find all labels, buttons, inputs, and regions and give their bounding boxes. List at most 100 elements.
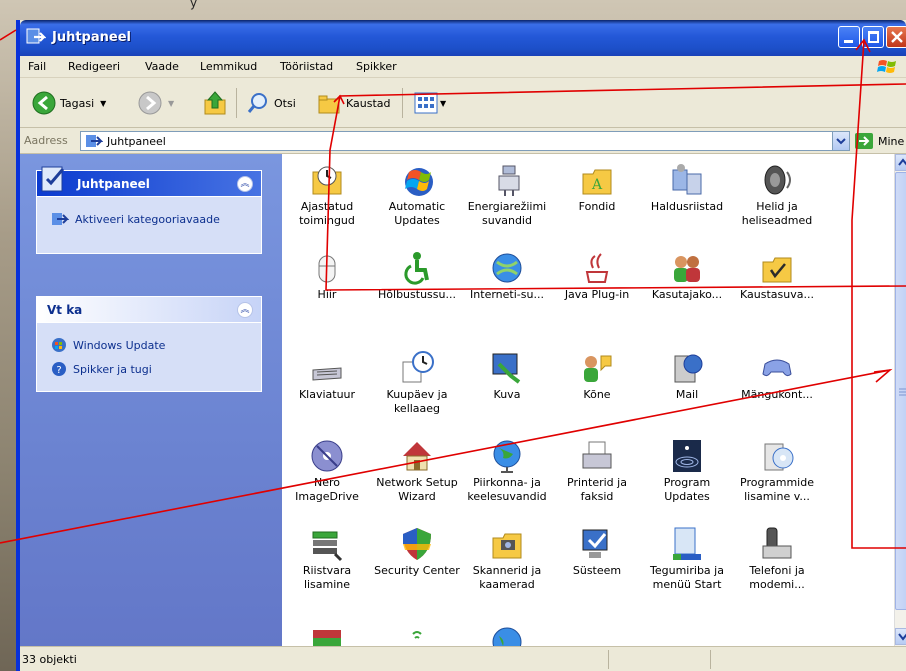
phone-modem-icon: [762, 527, 792, 559]
item-network-setup[interactable]: Network Setup Wizard: [372, 438, 462, 504]
vertical-scrollbar[interactable]: [894, 154, 906, 646]
item-folder-options[interactable]: Kaustasuva...: [732, 250, 822, 302]
switch-category-view-link[interactable]: Aktiveeri kategooriavaade: [51, 211, 220, 227]
item-program-updates[interactable]: Program Updates: [642, 438, 732, 504]
forward-button[interactable]: ▼: [138, 90, 174, 116]
program-updates-icon: [673, 440, 701, 472]
address-dropdown-button[interactable]: [832, 132, 849, 150]
address-bar: Aadress Juhtpaneel Mine: [20, 128, 906, 154]
item-partial-2[interactable]: [372, 624, 462, 646]
scroll-up-button[interactable]: [895, 154, 906, 171]
views-dropdown-icon[interactable]: ▼: [440, 99, 446, 108]
views-button[interactable]: ▼: [414, 90, 446, 116]
menu-help[interactable]: Spikker: [356, 60, 397, 73]
views-grid-icon: [414, 92, 438, 114]
network-house-icon: [403, 442, 431, 471]
item-taskbar-start[interactable]: Tegumiriba ja menüü Start: [642, 526, 732, 592]
folder-options-icon: [762, 257, 792, 283]
windows-update-icon: [52, 338, 66, 352]
item-keyboard[interactable]: Klaviatuur: [282, 350, 372, 402]
back-button[interactable]: Tagasi ▼: [32, 90, 106, 116]
back-arrow-icon: [32, 91, 56, 115]
see-also-box-header[interactable]: Vt ka ︽: [37, 297, 261, 323]
power-options-icon: [498, 165, 520, 196]
scheduled-tasks-icon: [312, 166, 342, 195]
system-icon: [582, 529, 608, 558]
menu-file[interactable]: Fail: [28, 60, 46, 73]
partial-icon-b: [412, 631, 422, 639]
item-display[interactable]: Kuva: [462, 350, 552, 402]
maximize-button[interactable]: [862, 26, 884, 48]
minimize-button[interactable]: [838, 26, 860, 48]
control-panel-icon: [26, 28, 46, 44]
forward-dropdown-icon[interactable]: ▼: [168, 99, 174, 108]
folders-button[interactable]: Kaustad: [316, 90, 391, 116]
back-dropdown-icon[interactable]: ▼: [100, 99, 106, 108]
item-mouse[interactable]: Hiir: [282, 250, 372, 302]
item-mail[interactable]: Mail: [642, 350, 732, 402]
svg-text:?: ?: [56, 365, 61, 376]
item-scanners-cameras[interactable]: Skannerid ja kaamerad: [462, 526, 552, 592]
chevron-down-icon: [898, 633, 906, 641]
annotation-line-window-icon: [0, 29, 17, 41]
globe-icon: [493, 440, 521, 473]
item-phone-modem[interactable]: Telefoni ja modemi...: [732, 526, 822, 592]
address-input[interactable]: Juhtpaneel: [80, 131, 850, 151]
up-folder-button[interactable]: [202, 90, 228, 116]
item-security-center[interactable]: Security Center: [372, 526, 462, 578]
item-user-accounts[interactable]: Kasutajako...: [642, 250, 732, 302]
item-sounds[interactable]: Helid ja heliseadmed: [732, 162, 822, 228]
item-add-hardware[interactable]: Riistvara lisamine: [282, 526, 372, 592]
game-controller-icon: [762, 359, 792, 377]
scroll-down-button[interactable]: [895, 628, 906, 645]
go-button[interactable]: Mine: [854, 132, 904, 150]
folders-icon: [318, 95, 340, 114]
forward-arrow-icon: [138, 91, 162, 115]
collapse-icon[interactable]: ︽: [237, 176, 253, 192]
speaker-icon: [764, 165, 791, 195]
item-java[interactable]: Java Plug-in: [552, 250, 642, 302]
status-bar: 33 objekti: [20, 646, 906, 671]
item-add-remove-programs[interactable]: Programmide lisamine v...: [732, 438, 822, 504]
search-button[interactable]: Otsi: [246, 90, 296, 116]
item-admin-tools[interactable]: Haldusriistad: [642, 162, 732, 214]
item-date-time[interactable]: Kuupäev ja kellaaeg: [372, 350, 462, 416]
item-nero-imagedrive[interactable]: Nero ImageDrive: [282, 438, 372, 504]
menu-edit[interactable]: Redigeeri: [68, 60, 120, 73]
menu-tools[interactable]: Tööriistad: [280, 60, 333, 73]
automatic-updates-icon: [405, 168, 433, 196]
mouse-icon: [318, 255, 336, 283]
item-partial-3[interactable]: [462, 624, 552, 646]
item-printers-faxes[interactable]: Printerid ja faksid: [552, 438, 642, 504]
item-fonts[interactable]: A Fondid: [552, 162, 642, 214]
item-partial-1[interactable]: [282, 624, 372, 646]
item-accessibility[interactable]: Hõlbustussu...: [372, 250, 462, 302]
windows-update-link[interactable]: Windows Update: [51, 337, 165, 353]
close-button[interactable]: [886, 26, 906, 48]
mail-icon: [674, 354, 703, 383]
up-folder-icon: [204, 91, 226, 115]
control-panel-large-icon: [41, 166, 65, 192]
internet-options-icon: [492, 253, 522, 283]
status-text: 33 objekti: [22, 653, 77, 666]
item-internet-options[interactable]: Interneti-su...: [462, 250, 552, 302]
control-panel-small-icon: [52, 213, 69, 225]
collapse-icon[interactable]: ︽: [237, 302, 253, 318]
menu-favorites[interactable]: Lemmikud: [200, 60, 257, 73]
task-pane: Juhtpaneel ︽ Aktiveeri kategooriavaade V…: [20, 154, 282, 646]
item-game-controllers[interactable]: Mängukont...: [732, 350, 822, 402]
taskbar-icon: [673, 527, 701, 560]
control-panel-box-header[interactable]: Juhtpaneel ︽: [37, 166, 261, 197]
menu-view[interactable]: Vaade: [145, 60, 179, 73]
help-support-link[interactable]: ? Spikker ja tugi: [51, 361, 152, 377]
item-system[interactable]: Süsteem: [552, 526, 642, 578]
item-power-options[interactable]: Energiarežiimi suvandid: [462, 162, 552, 228]
printer-icon: [582, 441, 612, 469]
item-speech[interactable]: Kõne: [552, 350, 642, 402]
admin-tools-icon: [672, 164, 702, 195]
scroll-thumb[interactable]: [895, 172, 906, 610]
item-scheduled-tasks[interactable]: Ajastatud toimingud: [282, 162, 372, 228]
item-automatic-updates[interactable]: Automatic Updates: [372, 162, 462, 228]
item-regional-options[interactable]: Piirkonna- ja keelesuvandid: [462, 438, 552, 504]
title-bar[interactable]: Juhtpaneel: [20, 20, 906, 56]
